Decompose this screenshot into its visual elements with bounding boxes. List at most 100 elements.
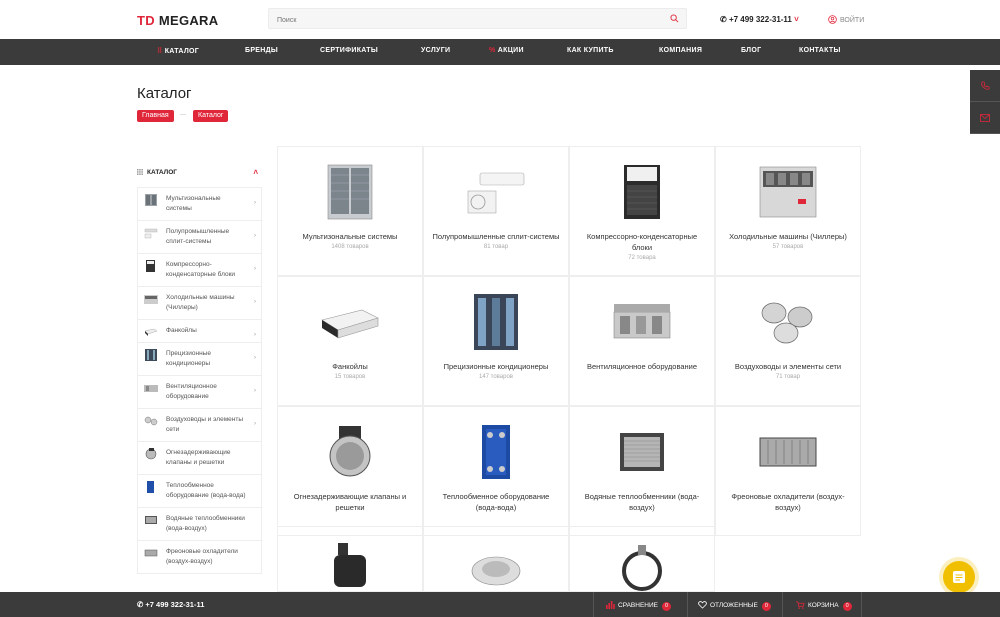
sidebar-item[interactable]: Вентиляционное оборудование ›: [137, 376, 262, 409]
callback-button[interactable]: [970, 70, 1000, 102]
nav-item-brands[interactable]: БРЕНДЫ: [245, 47, 278, 54]
sidebar-item-label: Компрессорно-конденсаторные блоки: [166, 261, 236, 278]
category-card[interactable]: [569, 526, 715, 592]
category-card[interactable]: Огнезадерживающие клапаны и решетки: [277, 406, 423, 536]
sidebar-item-label: Мультизональные системы: [166, 195, 221, 212]
nav-item-how-to-buy[interactable]: КАК КУПИТЬ: [567, 47, 614, 54]
main-nav: ⠿ КАТАЛОГ БРЕНДЫ СЕРТИФИКАТЫ УСЛУГИ % АК…: [0, 39, 1000, 65]
sidebar-item[interactable]: Полупромышленные сплит-системы ›: [137, 221, 262, 254]
login-link[interactable]: ВОЙТИ: [828, 15, 864, 24]
chevron-right-icon: ›: [254, 421, 256, 427]
category-count: 57 товаров: [772, 244, 804, 250]
split-system-icon: [467, 172, 525, 214]
sidebar-item[interactable]: Фанкойлы ›: [137, 320, 262, 343]
condensing-unit-icon: [146, 260, 155, 272]
fire-damper-icon: [145, 448, 157, 460]
chevron-right-icon: ›: [254, 355, 256, 361]
chevron-right-icon: ›: [254, 266, 256, 272]
sidebar-item-label: Фреоновые охладители (воздух-воздух): [166, 548, 238, 565]
nav-label: КОМПАНИЯ: [659, 47, 703, 54]
category-card[interactable]: Холодильные машины (Чиллеры) 57 товаров: [715, 146, 861, 276]
phone-icon: ✆: [720, 15, 727, 24]
nav-label: КОНТАКТЫ: [799, 47, 841, 54]
category-card[interactable]: Прецизионные кондиционеры 147 товаров: [423, 276, 569, 406]
deferred-button[interactable]: ОТЛОЖЕННЫЕ 0: [687, 592, 782, 617]
bar-chart-icon: [606, 601, 615, 609]
sidebar-item[interactable]: Воздуховоды и элементы сети ›: [137, 409, 262, 442]
vrf-unit-icon: [145, 194, 157, 206]
sidebar-item-label: Теплообменное оборудование (вода-вода): [166, 482, 246, 499]
pipe-clamp-icon: [622, 545, 662, 591]
sidebar-item-label: Фанкойлы: [166, 327, 197, 334]
cart-label: КОРЗИНА: [808, 602, 839, 609]
category-name: Прецизионные кондиционеры: [443, 362, 549, 371]
category-card[interactable]: Фреоновые охладители (воздух-воздух): [715, 406, 861, 536]
sidebar-item-label: Воздуховоды и элементы сети: [166, 416, 244, 433]
nav-label: КАК КУПИТЬ: [567, 47, 614, 54]
category-card[interactable]: Теплообменное оборудование (вода-вода): [423, 406, 569, 536]
nav-item-blog[interactable]: БЛОГ: [741, 47, 761, 54]
plate-heat-exchanger-icon: [482, 425, 510, 479]
sidebar-item[interactable]: Холодильные машины (Чиллеры) ›: [137, 287, 262, 320]
sidebar-header[interactable]: КАТАЛОГ ˄: [137, 160, 262, 187]
compare-label: СРАВНЕНИЕ: [618, 602, 658, 609]
nav-item-services[interactable]: УСЛУГИ: [421, 47, 450, 54]
catalog-sidebar: КАТАЛОГ ˄ Мультизональные системы › Полуп…: [137, 160, 262, 574]
chevron-right-icon: ›: [254, 299, 256, 305]
nav-item-catalog[interactable]: ⠿ КАТАЛОГ: [157, 47, 199, 55]
nav-item-contacts[interactable]: КОНТАКТЫ: [799, 47, 841, 54]
sidebar-item[interactable]: Фреоновые охладители (воздух-воздух): [137, 541, 262, 574]
chevron-right-icon: ›: [254, 388, 256, 394]
precision-ac-icon: [474, 294, 518, 350]
logo[interactable]: TD MEGARA: [137, 13, 218, 28]
chevron-right-icon: ›: [254, 332, 256, 338]
category-count: 71 товар: [775, 374, 801, 380]
category-card[interactable]: Компрессорно-конденсаторные блоки 72 това…: [569, 146, 715, 276]
category-name: Воздуховоды и элементы сети: [734, 362, 842, 371]
category-card[interactable]: Водяные теплообменники (вода-воздух): [569, 406, 715, 536]
sidebar-item[interactable]: Водяные теплообменники (вода-воздух): [137, 508, 262, 541]
plate-heat-exchanger-icon: [147, 481, 154, 493]
sidebar-item-label: Прецизионные кондиционеры: [166, 350, 211, 367]
sidebar-item[interactable]: Огнезадерживающие клапаны и решетки: [137, 442, 262, 475]
category-name: Мультизональные системы: [302, 232, 398, 241]
category-name: Полупромышленные сплит-системы: [432, 232, 560, 241]
water-coil-icon: [145, 516, 157, 524]
category-name: Компрессорно-конденсаторные блоки: [586, 232, 698, 252]
nav-label: СЕРТИФИКАТЫ: [320, 47, 379, 54]
chevron-right-icon: ›: [254, 233, 256, 239]
category-card[interactable]: Фанкойлы 15 товаров: [277, 276, 423, 406]
chat-button[interactable]: [943, 561, 975, 593]
nav-item-certificates[interactable]: СЕРТИФИКАТЫ: [320, 47, 378, 54]
footer-phone[interactable]: ✆ +7 499 322-31-11: [137, 600, 204, 609]
category-card[interactable]: Вентиляционное оборудование: [569, 276, 715, 406]
header-phone[interactable]: ✆ +7 499 322-31-11 ˅: [720, 15, 799, 24]
category-card[interactable]: Воздуховоды и элементы сети 71 товар: [715, 276, 861, 406]
page-title: Каталог: [137, 85, 192, 102]
phone-icon: ✆: [137, 600, 144, 609]
chiller-icon: [759, 166, 817, 218]
freon-cooler-icon: [759, 437, 817, 467]
breadcrumb-home[interactable]: Главная: [137, 110, 174, 122]
email-button[interactable]: [970, 102, 1000, 134]
nav-item-promos[interactable]: % АКЦИИ: [489, 47, 524, 54]
chevron-up-icon[interactable]: ˄: [253, 168, 258, 177]
ventilation-unit-icon: [613, 304, 671, 339]
category-card[interactable]: Мультизональные системы 1408 товаров: [277, 146, 423, 276]
category-card[interactable]: [423, 526, 569, 592]
sidebar-item[interactable]: Мультизональные системы ›: [137, 187, 262, 221]
sidebar-item[interactable]: Теплообменное оборудование (вода-вода): [137, 475, 262, 508]
breadcrumb-current[interactable]: Каталог: [193, 110, 229, 122]
sidebar-item[interactable]: Компрессорно-конденсаторные блоки ›: [137, 254, 262, 287]
nav-item-company[interactable]: КОМПАНИЯ: [659, 47, 702, 54]
nav-label: АКЦИИ: [497, 47, 524, 54]
cart-button[interactable]: КОРЗИНА 0: [782, 592, 862, 617]
login-label: ВОЙТИ: [840, 17, 865, 24]
search-icon[interactable]: [670, 14, 679, 23]
search-input[interactable]: [269, 11, 649, 30]
category-card[interactable]: Полупромышленные сплит-системы 81 товар: [423, 146, 569, 276]
sidebar-item[interactable]: Прецизионные кондиционеры ›: [137, 343, 262, 376]
compare-button[interactable]: СРАВНЕНИЕ 0: [593, 592, 687, 617]
site-header: TD MEGARA ✆ +7 499 322-31-11 ˅ ВОЙТИ: [0, 0, 1000, 39]
category-card[interactable]: [277, 526, 423, 592]
